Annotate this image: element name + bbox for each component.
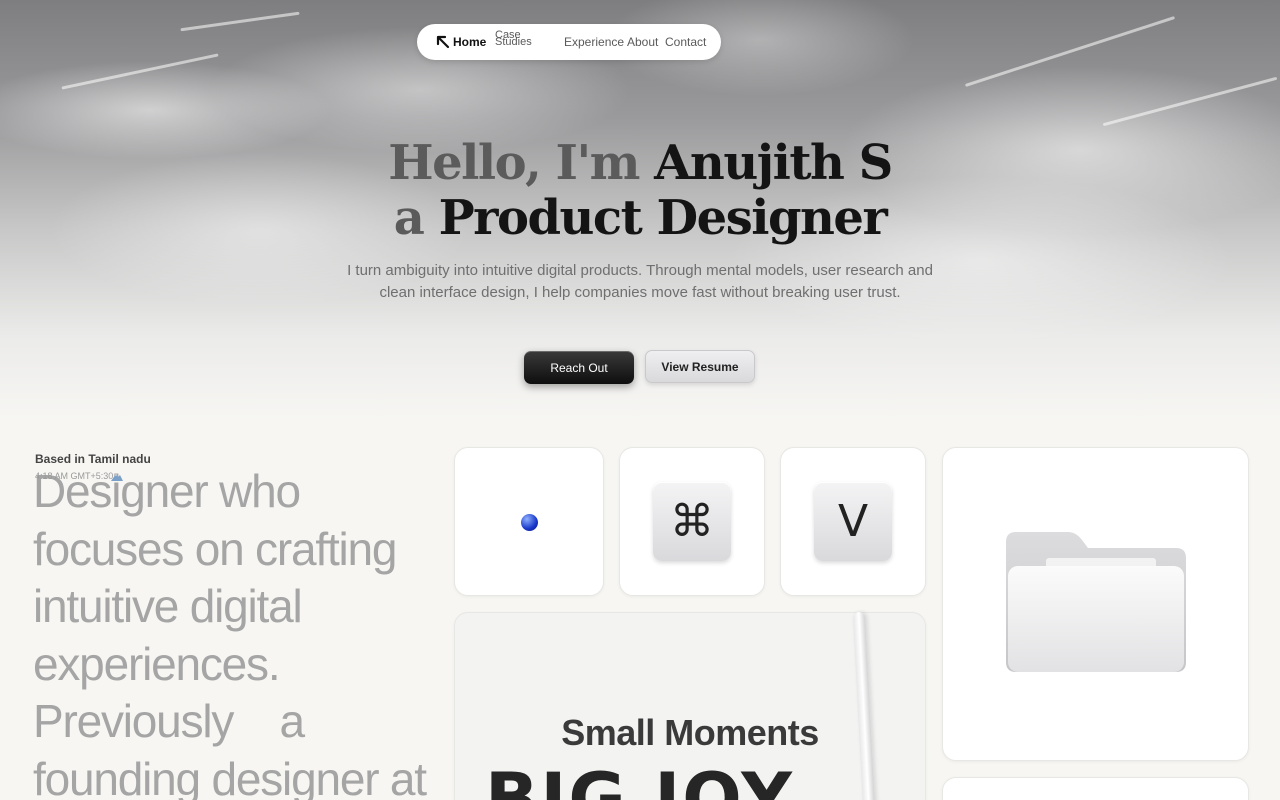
bio-line: Previously a [33,695,305,747]
headline-greeting: Hello, I'm [388,135,640,191]
hero-subtitle: I turn ambiguity into intuitive digital … [347,262,933,301]
command-key-icon: ⌘ [653,482,731,561]
bio-line: focuses on crafting [33,522,398,575]
view-resume-button[interactable]: View Resume [645,350,755,383]
mountain-icon [111,474,123,481]
poster-title: BIG JOY [485,758,794,800]
nav-case-studies-link[interactable]: Case Studies [495,30,535,48]
hero-headline: Hello, I'm Anujith S a Product Designer [0,136,1280,246]
headline-article: a [393,190,425,246]
nav-home-link[interactable]: Home [453,35,486,49]
bio-line: experiences. [33,637,281,690]
top-nav: Home Case Studies Experience About Conta… [417,24,721,60]
local-time: 4:18 AM GMT+5:30 [35,471,114,481]
location-label: Based in Tamil nadu [35,452,155,466]
bio-line: founding designer at [33,752,427,800]
globe-icon [521,514,538,531]
nav-experience-link[interactable]: Experience [564,35,624,49]
arrow-up-left-icon[interactable] [435,34,451,50]
headline-role: Product Designer [438,190,888,246]
bottom-card[interactable] [942,777,1249,800]
poster-tagline: Small Moments [561,712,819,753]
bio-text: Designer who focuses on crafting intuiti… [33,463,473,800]
headline-name: Anujith S [654,135,893,191]
nav-contact-link[interactable]: Contact [665,35,706,49]
reach-out-button[interactable]: Reach Out [524,351,634,384]
v-key-icon: V [814,482,892,561]
bio-line: intuitive digital [33,580,303,632]
nav-about-link[interactable]: About [627,35,658,49]
folder-icon [1006,532,1186,672]
